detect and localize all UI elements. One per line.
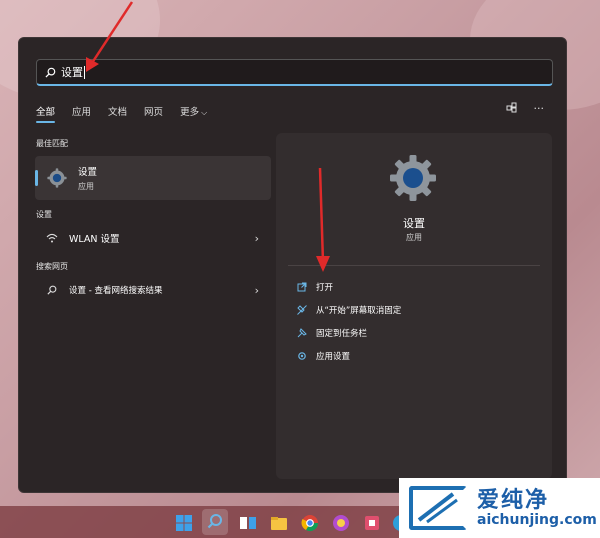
filter-tabs: 全部 应用 文档 网页 更多 ⌵ [36,104,224,123]
section-best-match: 最佳匹配 [36,139,68,148]
task-view-button[interactable] [239,514,257,532]
watermark-url: aichunjing.com [477,512,597,528]
taskbar-search-button[interactable] [202,509,228,535]
action-app-settings-label: 应用设置 [316,352,351,362]
tab-apps[interactable]: 应用 [72,104,91,123]
result-wlan-label: WLAN 设置 [69,234,120,245]
start-search-panel: 设置 全部 应用 文档 网页 更多 ⌵ ··· 最佳匹配 设置 应用 设置 WL… [18,37,567,493]
app-icon[interactable] [363,514,381,532]
result-web-label: 设置 - 查看网络搜索结果 [69,286,163,296]
settings-app-icon [47,168,67,188]
search-input[interactable]: 设置 [61,64,83,80]
divider [288,265,540,266]
preview-app-type: 应用 [406,233,422,242]
tab-all[interactable]: 全部 [36,104,56,123]
open-external-icon [296,281,308,293]
pin-icon [296,327,308,339]
chevron-right-icon: › [254,283,259,297]
gear-icon [296,350,308,362]
start-button[interactable] [175,514,193,532]
watermark-logo-icon [409,486,467,530]
watermark: 爱纯净 aichunjing.com [399,478,600,538]
tab-more[interactable]: 更多 ⌵ [180,104,207,123]
preview-app-name: 设置 [403,217,425,230]
section-settings: 设置 [36,210,52,219]
action-open[interactable]: 打开 [296,281,333,293]
chrome-icon[interactable] [301,514,319,532]
search-icon [45,285,59,295]
result-wlan-settings[interactable]: WLAN 设置 › [35,225,271,251]
text-caret [84,65,85,79]
wifi-icon [45,233,59,243]
search-box[interactable]: 设置 [36,59,553,86]
action-unpin-label: 从“开始”屏幕取消固定 [316,306,402,316]
tab-tools: ··· [506,102,545,116]
chevron-right-icon: › [254,231,259,245]
best-match-item[interactable]: 设置 应用 [35,156,271,200]
action-open-label: 打开 [316,283,334,293]
action-pin-taskbar[interactable]: 固定到任务栏 [296,327,367,339]
action-pin-label: 固定到任务栏 [316,329,368,339]
section-web-search: 搜索网页 [36,262,68,271]
tab-web[interactable]: 网页 [144,104,163,123]
photos-icon[interactable] [332,514,350,532]
action-unpin-start[interactable]: 从“开始”屏幕取消固定 [296,304,401,316]
result-web-search[interactable]: 设置 - 查看网络搜索结果 › [35,277,271,303]
more-options-button[interactable]: ··· [534,102,545,116]
best-match-subtitle: 应用 [78,182,94,191]
action-app-settings[interactable]: 应用设置 [296,350,350,362]
chevron-down-icon: ⌵ [201,108,208,117]
tab-documents[interactable]: 文档 [108,104,127,123]
best-match-title: 设置 [78,167,98,178]
search-icon [45,67,56,78]
selection-indicator [35,170,38,186]
share-icon[interactable] [506,102,517,116]
watermark-brand: 爱纯净 [477,488,550,513]
file-explorer-icon[interactable] [270,514,288,532]
preview-pane: 设置 应用 打开 从“开始”屏幕取消固定 固定到任务栏 应用设置 [276,133,552,479]
settings-app-icon [390,155,436,201]
unpin-icon [296,304,308,316]
